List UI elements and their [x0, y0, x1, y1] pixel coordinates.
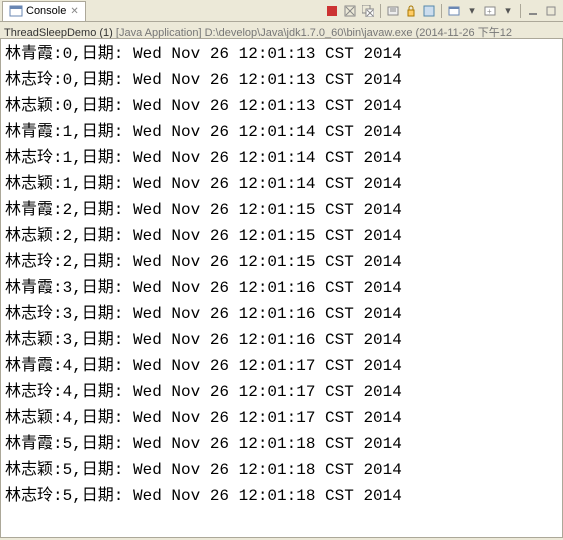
- pin-console-icon[interactable]: [421, 3, 437, 19]
- run-detail: [Java Application] D:\develop\Java\jdk1.…: [116, 27, 512, 38]
- console-icon: [9, 4, 23, 18]
- tab-bar: Console ✕ ▾ + ▾: [0, 0, 563, 22]
- dropdown-icon[interactable]: ▾: [464, 3, 480, 19]
- open-console-icon[interactable]: +: [482, 3, 498, 19]
- clear-console-icon[interactable]: [385, 3, 401, 19]
- toolbar: ▾ + ▾: [324, 3, 563, 19]
- console-tab[interactable]: Console ✕: [2, 1, 86, 21]
- maximize-icon[interactable]: [543, 3, 559, 19]
- run-title: ThreadSleepDemo (1): [4, 27, 113, 38]
- svg-text:+: +: [487, 7, 492, 16]
- minimize-icon[interactable]: [525, 3, 541, 19]
- separator-icon: [380, 4, 381, 18]
- display-console-icon[interactable]: [446, 3, 462, 19]
- separator-icon: [520, 4, 521, 18]
- remove-launch-icon[interactable]: [342, 3, 358, 19]
- terminate-icon[interactable]: [324, 3, 340, 19]
- console-output[interactable]: 林青霞:0,日期: Wed Nov 26 12:01:13 CST 2014 林…: [0, 38, 563, 538]
- separator-icon: [441, 4, 442, 18]
- run-info-bar: ThreadSleepDemo (1) [Java Application] D…: [0, 22, 563, 38]
- dropdown-icon[interactable]: ▾: [500, 3, 516, 19]
- scroll-lock-icon[interactable]: [403, 3, 419, 19]
- console-tab-label: Console: [26, 5, 66, 17]
- close-tab-icon[interactable]: ✕: [70, 6, 78, 17]
- remove-all-icon[interactable]: [360, 3, 376, 19]
